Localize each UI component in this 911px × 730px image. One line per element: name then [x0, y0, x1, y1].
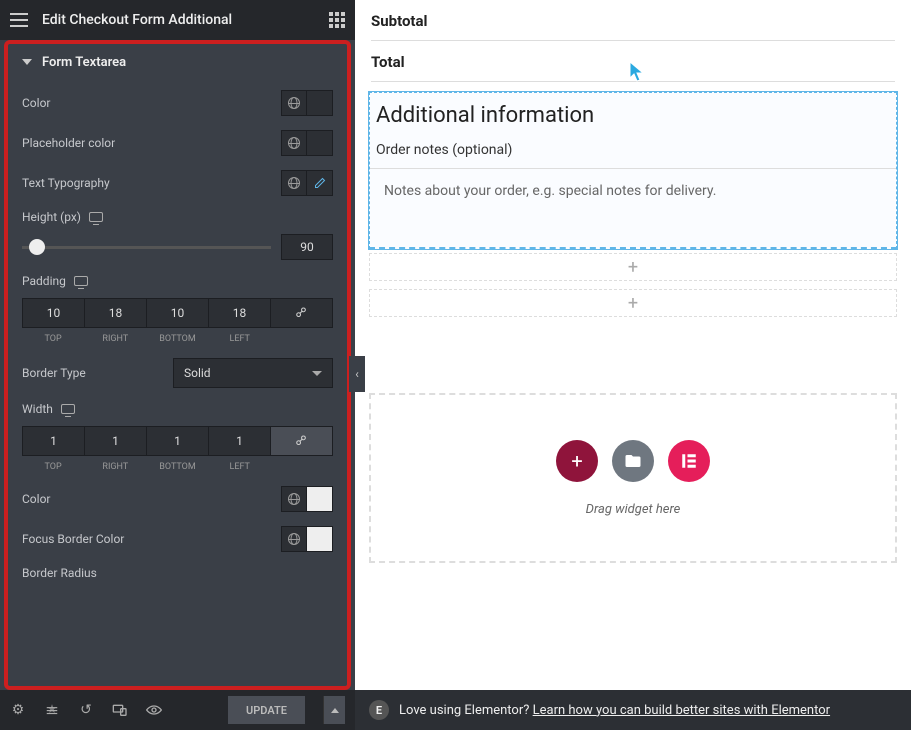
order-notes-textarea[interactable]: Notes about your order, e.g. special not…: [376, 175, 890, 207]
padding-label: Padding: [22, 274, 66, 288]
side-bottom: BOTTOM: [146, 334, 208, 344]
height-label: Height (px): [22, 210, 81, 224]
apps-icon[interactable]: [329, 12, 345, 28]
sidebar-footer: ⚙ ↺ Update: [0, 690, 355, 730]
cursor-icon: [630, 62, 646, 82]
menu-icon[interactable]: [10, 13, 28, 27]
globe-icon[interactable]: [281, 170, 307, 196]
device-icon[interactable]: [61, 404, 75, 414]
link-values-button[interactable]: ⚯: [271, 298, 333, 328]
side-top: TOP: [22, 462, 84, 472]
control-height: Height (px): [22, 210, 333, 260]
footer-banner: E Love using Elementor? Learn how you ca…: [355, 690, 911, 730]
focus-border-color-label: Focus Border Color: [22, 532, 124, 546]
side-right: RIGHT: [84, 462, 146, 472]
elementskit-button[interactable]: [668, 440, 710, 482]
device-icon[interactable]: [89, 212, 103, 222]
side-bottom: BOTTOM: [146, 462, 208, 472]
edit-typography-button[interactable]: [307, 170, 333, 196]
subtotal-label: Subtotal: [371, 0, 895, 40]
controls-panel: Color Placeholder color Text Typography: [4, 80, 351, 690]
height-slider[interactable]: [22, 246, 271, 249]
additional-info-widget[interactable]: Additional information Order notes (opti…: [369, 92, 897, 249]
chevron-down-icon: [312, 371, 322, 376]
border-type-label: Border Type: [22, 366, 86, 380]
placeholder-color-label: Placeholder color: [22, 136, 115, 150]
update-button[interactable]: Update: [228, 696, 305, 724]
width-bottom-input[interactable]: 1: [147, 426, 209, 456]
control-border-color: Color: [22, 486, 333, 512]
template-library-button[interactable]: [612, 440, 654, 482]
sidebar-header: Edit Checkout Form Additional: [0, 0, 355, 40]
order-notes-label: Order notes (optional): [370, 142, 896, 168]
preview-icon[interactable]: [146, 702, 162, 718]
navigator-icon[interactable]: [44, 702, 60, 718]
globe-icon[interactable]: [281, 130, 307, 156]
control-color: Color: [22, 90, 333, 116]
padding-bottom-input[interactable]: 10: [147, 298, 209, 328]
width-left-input[interactable]: 1: [209, 426, 271, 456]
padding-top-input[interactable]: 10: [22, 298, 85, 328]
width-label: Width: [22, 402, 53, 416]
settings-icon[interactable]: ⚙: [10, 702, 26, 718]
width-top-input[interactable]: 1: [22, 426, 85, 456]
border-color-label: Color: [22, 492, 50, 506]
border-type-value: Solid: [184, 366, 211, 380]
globe-icon[interactable]: [281, 90, 307, 116]
control-padding: Padding 10 18 10 18 ⚯ TOP RIGHT BOTTOM L…: [22, 274, 333, 344]
placeholder-color-picker[interactable]: [307, 130, 333, 156]
width-right-input[interactable]: 1: [85, 426, 147, 456]
focus-border-color-picker[interactable]: [307, 526, 333, 552]
slider-thumb[interactable]: [29, 239, 45, 255]
device-icon[interactable]: [74, 276, 88, 286]
globe-icon[interactable]: [281, 486, 307, 512]
add-section-button[interactable]: +: [369, 289, 897, 317]
side-top: TOP: [22, 334, 84, 344]
section-form-textarea[interactable]: Form Textarea: [4, 40, 351, 80]
add-section-circle-button[interactable]: +: [556, 440, 598, 482]
side-left: LEFT: [209, 334, 271, 344]
typography-label: Text Typography: [22, 176, 110, 190]
banner-text: Love using Elementor?: [399, 703, 533, 718]
responsive-icon[interactable]: [112, 702, 128, 718]
border-color-picker[interactable]: [307, 486, 333, 512]
collapse-sidebar-button[interactable]: ‹: [349, 356, 365, 392]
control-border-type: Border Type Solid: [22, 358, 333, 388]
control-focus-border-color: Focus Border Color: [22, 526, 333, 552]
section-title: Form Textarea: [42, 55, 126, 70]
color-picker[interactable]: [307, 90, 333, 116]
editor-title: Edit Checkout Form Additional: [42, 12, 232, 28]
caret-down-icon: [22, 59, 32, 65]
additional-info-heading: Additional information: [370, 93, 896, 142]
elementor-badge-icon: E: [369, 700, 389, 720]
height-input[interactable]: [281, 234, 333, 260]
side-right: RIGHT: [84, 334, 146, 344]
control-border-radius: Border Radius: [22, 566, 333, 580]
drag-text: Drag widget here: [586, 502, 681, 517]
control-placeholder-color: Placeholder color: [22, 130, 333, 156]
plus-icon: +: [628, 293, 638, 314]
add-section-button[interactable]: +: [369, 253, 897, 281]
padding-right-input[interactable]: 18: [85, 298, 147, 328]
padding-left-input[interactable]: 18: [209, 298, 271, 328]
color-label: Color: [22, 96, 50, 110]
drop-zone[interactable]: + Drag widget here: [369, 393, 897, 563]
editor-sidebar: Edit Checkout Form Additional Form Texta…: [0, 0, 355, 730]
preview-area: ‹ Subtotal Total Additional information …: [355, 0, 911, 730]
border-type-select[interactable]: Solid: [173, 358, 333, 388]
globe-icon[interactable]: [281, 526, 307, 552]
control-border-width: Width 1 1 1 1 ⚯ TOP RIGHT BOTTOM LEFT: [22, 402, 333, 472]
plus-icon: +: [628, 257, 638, 278]
history-icon[interactable]: ↺: [78, 702, 94, 718]
link-values-button[interactable]: ⚯: [271, 426, 333, 456]
side-left: LEFT: [209, 462, 271, 472]
border-radius-label: Border Radius: [22, 566, 97, 580]
banner-link[interactable]: Learn how you can build better sites wit…: [533, 703, 830, 718]
control-typography: Text Typography: [22, 170, 333, 196]
update-dropdown[interactable]: [323, 696, 345, 724]
